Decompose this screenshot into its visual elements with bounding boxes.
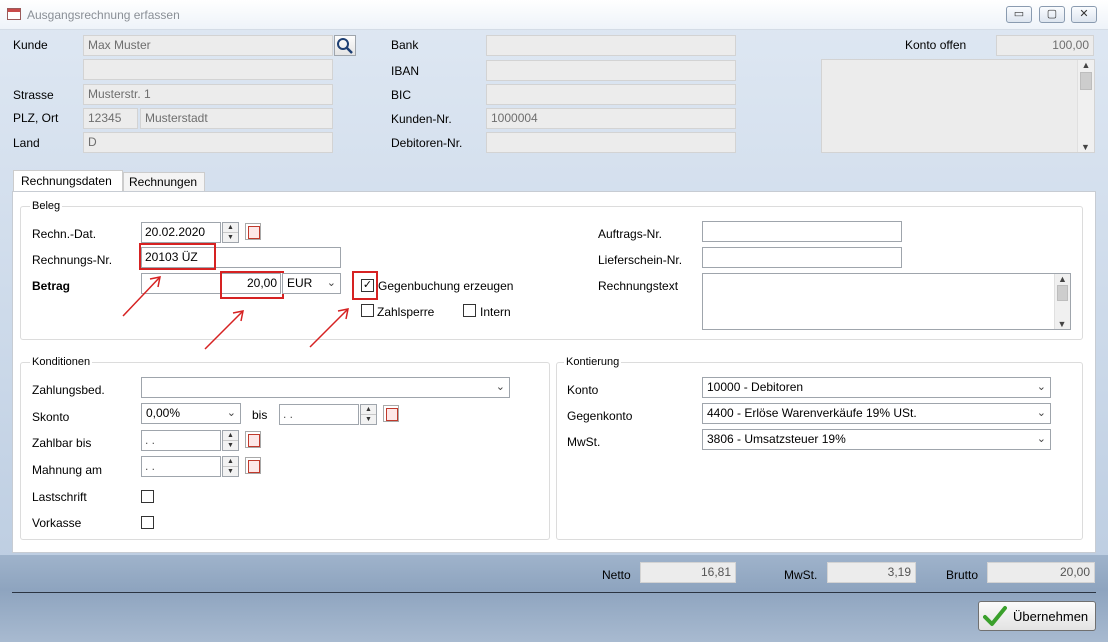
lastschrift-label: Lastschrift (32, 490, 87, 504)
bis-date-spinner[interactable]: ▲ ▼ (360, 404, 377, 425)
chevron-down-icon: ⌄ (1036, 433, 1046, 445)
chevron-down-icon: ⌄ (1036, 407, 1046, 419)
skonto-label: Skonto (32, 410, 70, 424)
netto-field: 16,81 (640, 562, 736, 583)
chevron-down-icon: ⌄ (226, 407, 236, 419)
konto-value: 10000 - Debitoren (707, 380, 804, 394)
mwst-konto-select[interactable]: 3806 - Umsatzsteuer 19% ⌄ (702, 429, 1051, 450)
gegenkonto-value: 4400 - Erlöse Warenverkäufe 19% USt. (707, 406, 917, 420)
zahlungsbed-label: Zahlungsbed. (32, 383, 105, 397)
gegenkonto-label: Gegenkonto (567, 409, 633, 423)
lieferschein-nr-label: Lieferschein-Nr. (598, 253, 683, 267)
mahnung-am-input[interactable]: . . (141, 456, 221, 477)
zahlbar-bis-input[interactable]: . . (141, 430, 221, 451)
lastschrift-checkbox[interactable] (141, 490, 154, 503)
lieferschein-nr-input[interactable] (702, 247, 902, 268)
vorkasse-label: Vorkasse (32, 516, 82, 530)
zahlbar-bis-label: Zahlbar bis (32, 436, 92, 450)
auftrags-nr-input[interactable] (702, 221, 902, 242)
calendar-icon[interactable] (383, 405, 399, 422)
mwst-konto-label: MwSt. (567, 435, 601, 449)
zahlbar-bis-spinner[interactable]: ▲ ▼ (222, 430, 239, 451)
mahnung-am-spinner[interactable]: ▲ ▼ (222, 456, 239, 477)
brutto-label: Brutto (946, 568, 979, 582)
netto-label: Netto (602, 568, 631, 582)
mwst-konto-value: 3806 - Umsatzsteuer 19% (707, 432, 846, 446)
zahlungsbed-select[interactable]: ⌄ (141, 377, 510, 398)
chevron-down-icon: ⌄ (1036, 381, 1046, 393)
rechnungstext-label: Rechnungstext (598, 279, 679, 293)
arrow-betrag (204, 310, 244, 350)
skonto-value: 0,00% (146, 406, 181, 420)
calendar-icon[interactable] (245, 431, 261, 448)
separator-line (12, 592, 1096, 593)
calendar-icon[interactable] (245, 457, 261, 474)
brutto-field: 20,00 (987, 562, 1095, 583)
bis-label: bis (252, 408, 268, 422)
konto-label: Konto (567, 383, 599, 397)
checkmark-icon (983, 606, 1007, 626)
auftrags-nr-label: Auftrags-Nr. (598, 227, 663, 241)
uebernehmen-button[interactable]: Übernehmen (978, 601, 1096, 631)
uebernehmen-label: Übernehmen (1013, 608, 1089, 624)
skonto-select[interactable]: 0,00% ⌄ (141, 403, 241, 424)
footer-bar (0, 555, 1108, 642)
konditionen-title: Konditionen (30, 356, 93, 368)
mwst-total-label: MwSt. (784, 568, 818, 582)
gegenkonto-select[interactable]: 4400 - Erlöse Warenverkäufe 19% USt. ⌄ (702, 403, 1051, 424)
bis-date-input[interactable]: . . (279, 404, 359, 425)
mwst-total-field: 3,19 (827, 562, 916, 583)
rechnungstext-input[interactable]: ▲ ▼ (702, 273, 1071, 330)
kontierung-title: Kontierung (564, 356, 622, 368)
arrow-rechnungs-nr (122, 276, 161, 317)
chevron-down-icon: ⌄ (495, 381, 505, 393)
mahnung-am-label: Mahnung am (32, 463, 103, 477)
konto-select[interactable]: 10000 - Debitoren ⌄ (702, 377, 1051, 398)
arrow-gegenbuchung (309, 308, 349, 348)
vorkasse-checkbox[interactable] (141, 516, 154, 529)
rechnungstext-scrollbar[interactable]: ▲ ▼ (1054, 274, 1070, 329)
